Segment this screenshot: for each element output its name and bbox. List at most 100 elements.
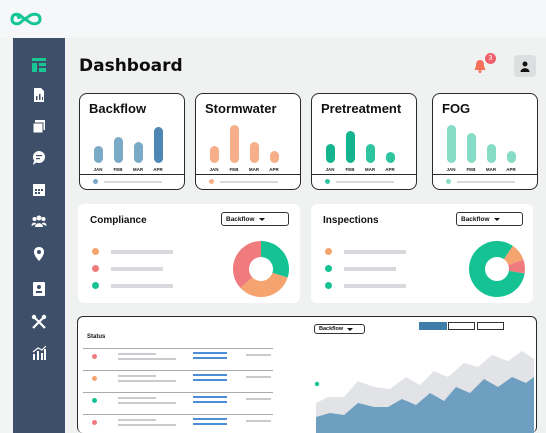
infinity-logo-icon[interactable] (10, 9, 46, 29)
row-placeholder (193, 401, 227, 403)
dashboard-icon[interactable] (30, 56, 48, 74)
status-dropdown-value: Backflow (319, 326, 344, 332)
status-dot (92, 420, 97, 425)
stat-card-title: Backflow (89, 101, 147, 116)
month-label: JAN (209, 167, 219, 172)
bar-apr (507, 151, 516, 163)
row-placeholder (193, 374, 227, 376)
legend-line (111, 284, 173, 288)
legend-dot (325, 179, 330, 184)
user-icon (520, 61, 530, 72)
table-row[interactable] (83, 414, 273, 431)
row-placeholder (193, 352, 227, 354)
notification-badge: 3 (485, 53, 496, 64)
row-placeholder (246, 398, 271, 400)
analytics-icon[interactable] (30, 344, 48, 362)
row-placeholder (193, 357, 227, 359)
calendar-icon[interactable] (30, 180, 48, 198)
bar-jan (447, 125, 456, 163)
status-title: Status (87, 334, 106, 340)
legend-line (336, 181, 394, 183)
inspections-dropdown[interactable]: Backflow (456, 212, 523, 226)
inspections-dropdown-value: Backflow (461, 215, 490, 223)
bar-feb (346, 131, 355, 163)
month-label: APR (385, 167, 395, 172)
bar-apr (270, 151, 279, 163)
chevron-down-icon (258, 217, 265, 221)
row-placeholder (118, 358, 176, 360)
compliance-panel: Compliance Backflow (78, 204, 300, 303)
stat-card-backflow[interactable]: Backflow JAN FEB MAR APR (79, 93, 185, 190)
row-placeholder (118, 353, 156, 355)
range-toggle-2[interactable] (448, 322, 475, 330)
compliance-dropdown[interactable]: Backflow (221, 212, 289, 226)
month-label: JAN (325, 167, 335, 172)
compliance-dropdown-value: Backflow (226, 215, 255, 223)
legend-line (104, 181, 162, 183)
table-row[interactable] (83, 348, 273, 365)
month-label: MAR (132, 167, 144, 172)
page-title: Dashboard (79, 56, 183, 76)
user-menu-button[interactable] (514, 55, 536, 77)
row-placeholder (246, 354, 271, 356)
inspections-donut-chart (469, 241, 525, 297)
month-label: APR (506, 167, 516, 172)
bar-jan (94, 146, 103, 163)
sidebar (13, 38, 65, 433)
compliance-donut-chart (233, 241, 289, 297)
bar-mar (250, 142, 259, 163)
legend-dot (92, 248, 99, 255)
bar-mar (487, 144, 496, 163)
table-row[interactable] (83, 370, 273, 387)
row-placeholder (118, 419, 156, 421)
row-placeholder (118, 397, 156, 399)
stat-card-fog[interactable]: FOG JAN FEB MAR APR (432, 93, 538, 190)
main-content: Dashboard 3 Backflow JAN FEB MAR APR Stormwat… (65, 38, 546, 433)
legend-line (220, 181, 278, 183)
chevron-down-icon (493, 217, 500, 221)
status-dot (92, 376, 97, 381)
row-placeholder (246, 420, 271, 422)
range-toggle-1[interactable] (419, 322, 447, 330)
stat-card-footer (80, 174, 184, 188)
table-row[interactable] (83, 392, 273, 409)
row-placeholder (118, 375, 156, 377)
legend-dot (325, 282, 332, 289)
tools-icon[interactable] (30, 313, 48, 331)
documents-icon[interactable] (30, 117, 48, 135)
row-placeholder (193, 379, 227, 381)
contact-card-icon[interactable] (30, 280, 48, 298)
bar-feb (114, 137, 123, 163)
legend-dot (325, 265, 332, 272)
row-placeholder (118, 402, 176, 404)
status-area-chart (316, 351, 534, 433)
location-icon[interactable] (30, 245, 48, 263)
stat-card-footer (312, 174, 416, 188)
row-placeholder (193, 418, 227, 420)
legend-line (344, 250, 406, 254)
legend-dot (92, 265, 99, 272)
month-label: APR (269, 167, 279, 172)
report-icon[interactable] (30, 86, 48, 104)
users-icon[interactable] (30, 212, 48, 230)
month-label: FEB (345, 167, 355, 172)
stat-card-stormwater[interactable]: Stormwater JAN FEB MAR APR (195, 93, 301, 190)
legend-line (344, 284, 406, 288)
stat-card-title: FOG (442, 101, 471, 116)
month-label: MAR (364, 167, 376, 172)
status-dropdown[interactable]: Backflow (314, 324, 365, 334)
compliance-title: Compliance (90, 215, 147, 226)
row-placeholder (118, 424, 176, 426)
month-label: MAR (248, 167, 260, 172)
row-placeholder (118, 380, 176, 382)
range-toggle-3[interactable] (477, 322, 504, 330)
inspections-panel: Inspections Backflow (311, 204, 533, 303)
legend-line (111, 267, 163, 271)
month-label: APR (153, 167, 163, 172)
legend-line (111, 250, 173, 254)
status-panel: Status Backflow (77, 316, 537, 433)
month-label: JAN (446, 167, 456, 172)
bar-jan (326, 144, 335, 163)
chat-icon[interactable] (30, 149, 48, 167)
stat-card-pretreatment[interactable]: Pretreatment JAN FEB MAR APR (311, 93, 417, 190)
